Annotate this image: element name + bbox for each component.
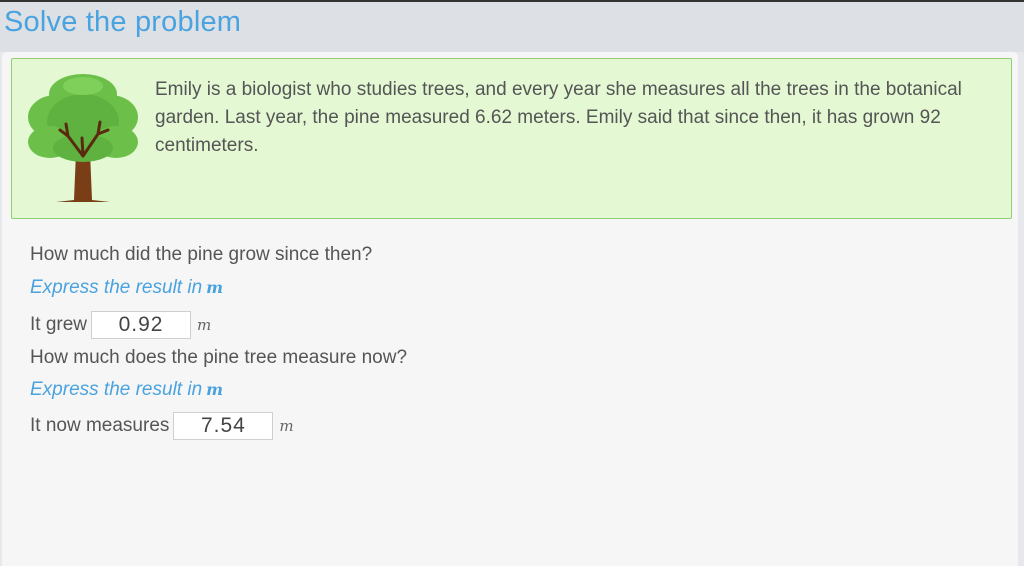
question-1-text: How much did the pine grow since then? — [30, 244, 373, 265]
question-1-answer-label: It grew — [30, 314, 88, 335]
page-title: Solve the problem — [4, 6, 242, 38]
question-1-answer-unit: m — [197, 316, 212, 334]
question-1-answer-row: It grew m — [30, 310, 211, 340]
question-1-hint-text: Express the result in — [30, 277, 203, 298]
question-1-hint-unit: m — [206, 278, 224, 297]
question-2-text: How much does the pine tree measure now? — [30, 347, 408, 368]
question-1-answer-input[interactable] — [91, 311, 192, 339]
question-1-hint: Express the result in m — [30, 277, 223, 299]
question-2-hint: Express the result in m — [30, 379, 223, 401]
header-bar: Solve the problem — [0, 2, 1024, 52]
question-2-answer-input[interactable] — [173, 412, 274, 440]
question-2-answer-label: It now measures — [30, 415, 170, 436]
problem-statement-text: Emily is a biologist who studies trees, … — [155, 79, 962, 156]
question-2-answer-row: It now measures m — [30, 411, 294, 441]
question-2-hint-text: Express the result in — [30, 379, 203, 400]
question-2-hint-unit: m — [206, 380, 224, 399]
tree-icon — [28, 74, 138, 202]
question-2-answer-unit: m — [279, 417, 294, 435]
